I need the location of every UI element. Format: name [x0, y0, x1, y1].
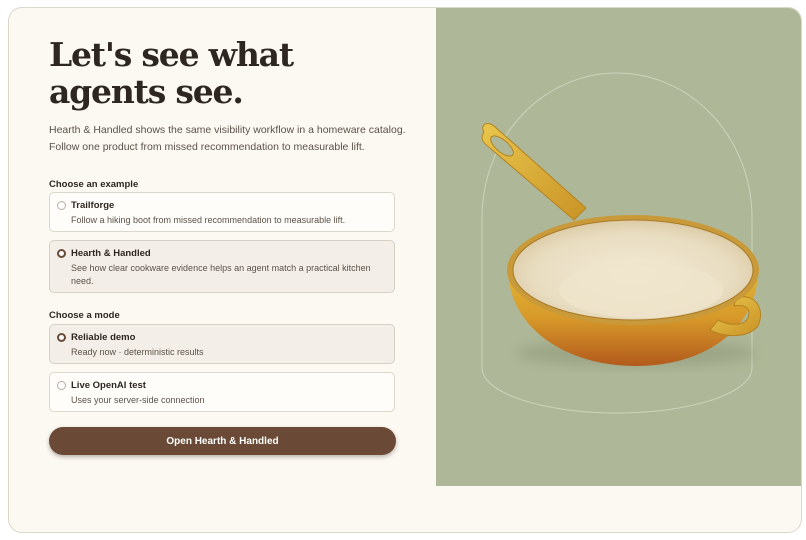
mode-option-reliable-demo[interactable]: Reliable demo Ready now · deterministic … [49, 324, 395, 364]
option-description: See how clear cookware evidence helps an… [71, 263, 371, 286]
open-example-button[interactable]: Open Hearth & Handled [49, 427, 396, 455]
page-title: Let's see what agents see. [49, 35, 294, 111]
cookware-pan-illustration [481, 72, 761, 414]
intro-text: Hearth & Handled shows the same visibili… [49, 124, 406, 153]
illustration-panel [436, 8, 801, 486]
mode-option-live-openai[interactable]: Live OpenAI test Uses your server-side c… [49, 372, 395, 412]
option-title: Live OpenAI test [71, 380, 146, 391]
radio-selected-icon[interactable] [57, 333, 66, 342]
option-title: Reliable demo [71, 332, 136, 343]
option-title: Trailforge [71, 200, 115, 211]
option-title: Hearth & Handled [71, 248, 151, 259]
radio-unselected-icon[interactable] [57, 201, 66, 210]
mode-section-label: Choose a mode [49, 310, 120, 321]
example-option-trailforge[interactable]: Trailforge Follow a hiking boot from mis… [49, 192, 395, 232]
onboarding-card: Let's see what agents see. Hearth & Hand… [8, 7, 802, 533]
radio-unselected-icon[interactable] [57, 381, 66, 390]
example-option-hearth-handled[interactable]: Hearth & Handled See how clear cookware … [49, 240, 395, 293]
radio-selected-icon[interactable] [57, 249, 66, 258]
option-description: Uses your server-side connection [71, 395, 205, 405]
option-description: Follow a hiking boot from missed recomme… [71, 215, 346, 225]
left-panel: Let's see what agents see. Hearth & Hand… [9, 8, 436, 532]
option-description: Ready now · deterministic results [71, 347, 204, 357]
example-section-label: Choose an example [49, 179, 139, 190]
